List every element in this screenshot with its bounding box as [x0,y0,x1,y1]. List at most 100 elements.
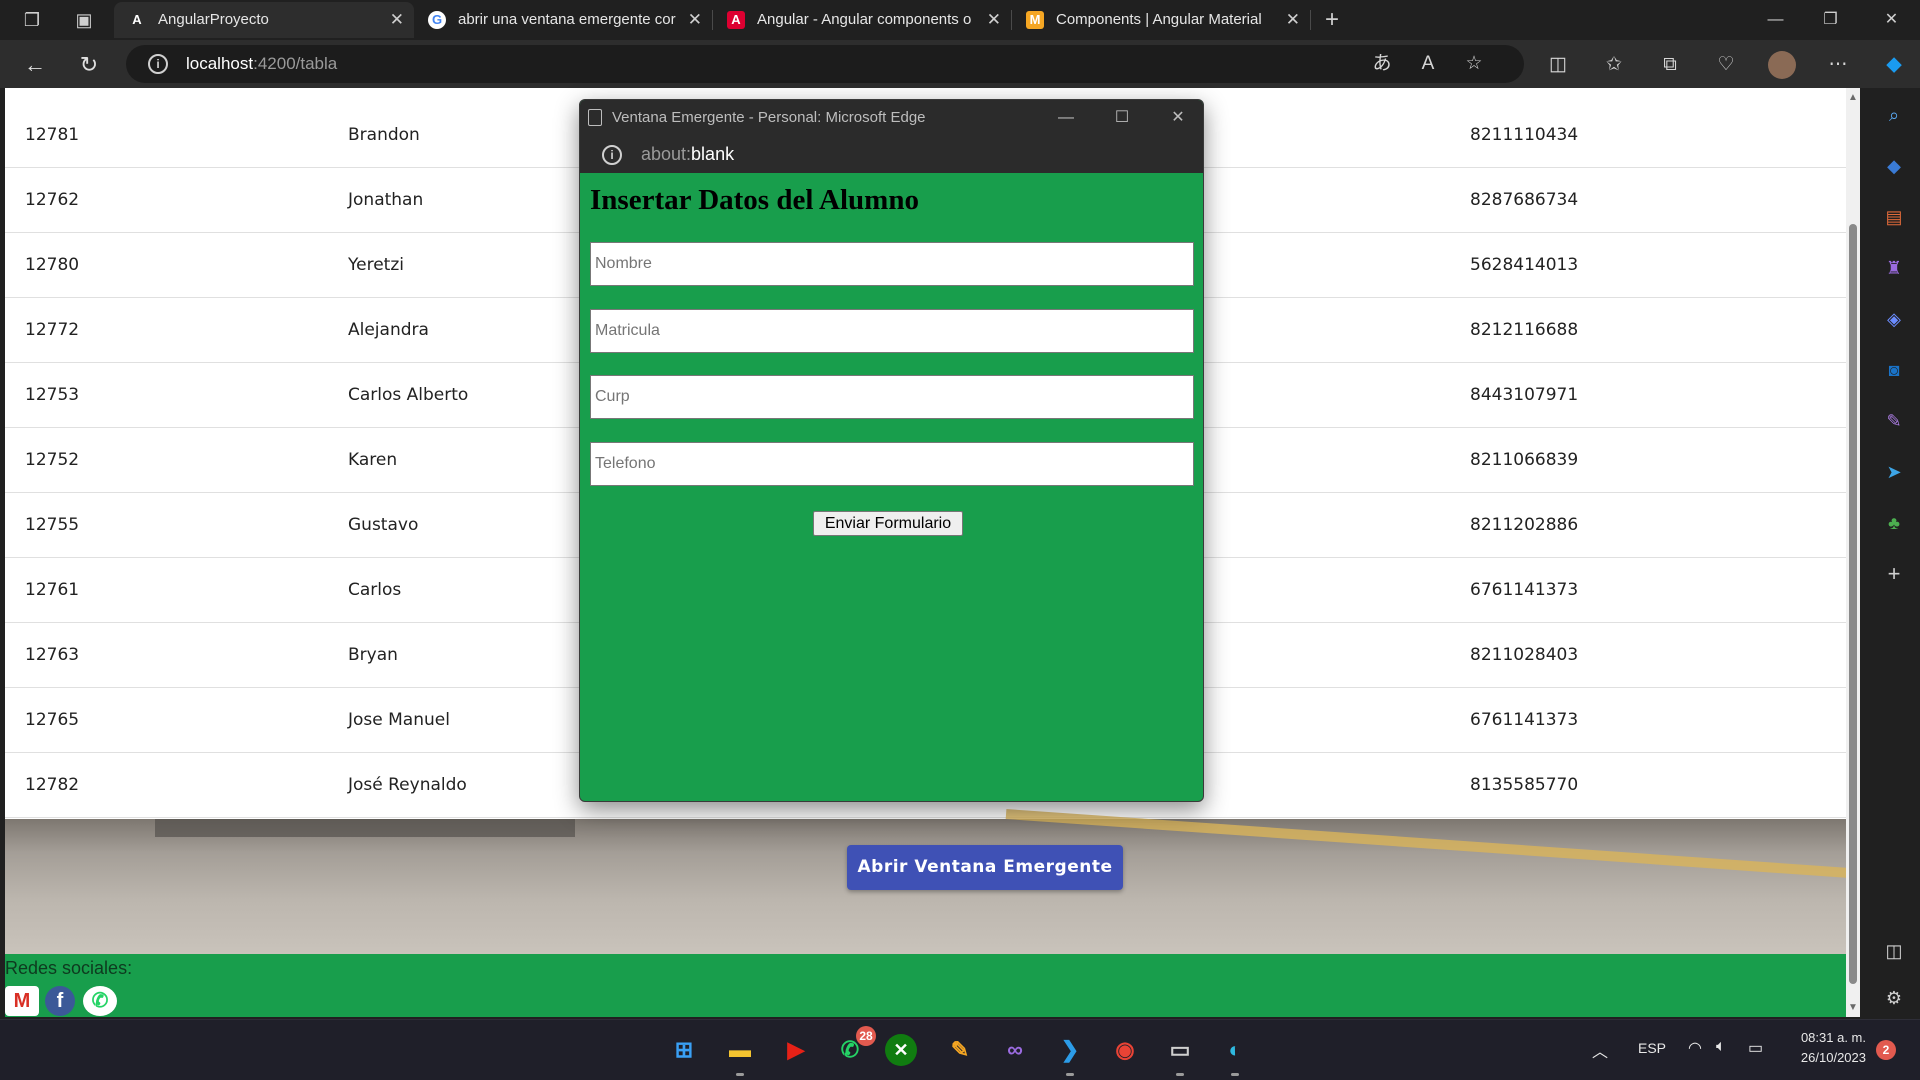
copilot-icon[interactable]: ◆ [1880,51,1908,79]
student-phone-cell: 6761141373 [1470,580,1579,600]
telefono-field[interactable] [590,442,1194,486]
restore-icon[interactable]: ❐ [1803,0,1858,40]
student-name-cell: Jose Manuel [348,710,450,730]
minimize-icon[interactable]: — [1748,0,1803,40]
send-icon[interactable]: ➤ [1881,459,1907,485]
profile-avatar[interactable] [1768,51,1796,79]
student-id-cell: 12755 [25,515,80,535]
facebook-icon[interactable]: f [45,986,75,1016]
sidebar-settings-icon[interactable]: ⚙ [1881,985,1907,1011]
tab-actions-icon[interactable]: ▣ [70,6,98,34]
microsoft-365-icon[interactable]: ◈ [1881,306,1907,332]
scroll-down-icon[interactable]: ▼ [1848,1002,1858,1013]
notification-badge[interactable]: 2 [1876,1040,1896,1060]
clock-time[interactable]: 08:31 a. m. [1788,1030,1866,1045]
scroll-up-icon[interactable]: ▲ [1848,92,1858,103]
close-window-icon[interactable]: ✕ [1864,0,1919,40]
close-tab-icon[interactable]: ✕ [688,2,702,38]
student-phone-cell: 8211066839 [1470,450,1579,470]
submit-form-button[interactable]: Enviar Formulario [813,511,963,536]
popup-close-icon[interactable]: ✕ [1150,100,1203,136]
student-phone-cell: 5628414013 [1470,255,1579,275]
gmail-icon[interactable]: M [5,986,39,1016]
student-phone-cell: 8443107971 [1470,385,1579,405]
terminal-icon[interactable]: ▭ [1160,1030,1200,1076]
whatsapp-icon[interactable]: ✆ [83,986,117,1016]
tab-angular-components[interactable]: A Angular - Angular components o ✕ [713,2,1011,38]
student-id-cell: 12753 [25,385,80,405]
student-name-cell: Jonathan [348,190,424,210]
popup-minimize-icon[interactable]: — [1038,100,1094,136]
popup-titlebar: Ventana Emergente - Personal: Microsoft … [580,100,1203,136]
matricula-field[interactable] [590,309,1194,353]
popup-maximize-icon[interactable]: ☐ [1094,100,1150,136]
favorite-star-icon[interactable]: ☆ [1460,50,1488,78]
whatsapp-badge: 28 [856,1026,876,1046]
tree-icon[interactable]: ♣ [1881,510,1907,536]
show-hidden-icons-chevron-icon[interactable]: ︿ [1592,1038,1608,1062]
back-arrow-icon[interactable]: ← [20,50,50,80]
tab-google-search[interactable]: G abrir una ventana emergente cor ✕ [414,2,712,38]
volume-muted-icon[interactable]: 🔈︎ [1716,1038,1726,1056]
tab-label: Angular - Angular components o [757,11,972,28]
clock-date[interactable]: 26/10/2023 [1788,1050,1866,1065]
collections-icon[interactable]: ⧉ [1656,51,1684,79]
scrollbar-thumb[interactable] [1849,224,1857,984]
split-screen-icon[interactable]: ◫ [1544,51,1572,79]
workspaces-icon[interactable]: ❐ [18,6,46,34]
search-icon[interactable]: ⌕ [1881,102,1907,128]
windows-taskbar: ⊞ ▬ ▶ ✆ 28 ✕ ✎ ∞ ❯ ◉ ▭ ◐ ︿ ESP ◠ 🔈︎ ▭ 08:… [0,1019,1920,1080]
nombre-field[interactable] [590,242,1194,286]
language-indicator[interactable]: ESP [1638,1040,1666,1056]
tools-briefcase-icon[interactable]: ▤ [1881,204,1907,230]
games-icon[interactable]: ♜ [1881,255,1907,281]
open-popup-button[interactable]: Abrir Ventana Emergente [847,845,1123,890]
add-sidebar-app-icon[interactable]: + [1881,561,1907,587]
edge-icon[interactable]: ◐ [1215,1030,1255,1076]
visual-studio-icon[interactable]: ∞ [995,1030,1035,1070]
translate-icon[interactable]: あ [1368,50,1396,78]
refresh-icon[interactable]: ↻ [74,50,104,80]
hide-sidebar-icon[interactable]: ◫ [1881,938,1907,964]
browser-essentials-icon[interactable]: ♡ [1712,51,1740,79]
form-title: Insertar Datos del Alumno [590,184,919,216]
student-phone-cell: 8211110434 [1470,125,1579,145]
popup-url[interactable]: about:blank [641,136,734,173]
google-favicon-icon: G [428,11,446,29]
xbox-icon[interactable]: ✕ [885,1034,917,1066]
tab-angular-material[interactable]: M Components | Angular Material ✕ [1012,2,1310,38]
curp-field[interactable] [590,375,1194,419]
close-tab-icon[interactable]: ✕ [987,2,1001,38]
close-tab-icon[interactable]: ✕ [1286,2,1300,38]
student-name-cell: Yeretzi [348,255,404,275]
close-tab-icon[interactable]: ✕ [390,2,404,38]
angular-red-favicon-icon: A [727,11,745,29]
shopping-tag-icon[interactable]: ◆ [1881,153,1907,179]
browser-toolbar: ← ↻ i localhost:4200/tabla あ A ☆ ◫ ✩ ⧉ ♡… [0,40,1920,88]
address-bar[interactable]: i localhost:4200/tabla あ A ☆ [126,45,1524,83]
chrome-icon[interactable]: ◉ [1105,1030,1145,1070]
read-aloud-icon[interactable]: A [1414,50,1442,78]
site-info-icon[interactable]: i [602,145,622,165]
windows-start-icon[interactable]: ⊞ [664,1030,704,1070]
vscode-icon[interactable]: ❯ [1050,1030,1090,1076]
favorites-icon[interactable]: ✩ [1600,51,1628,79]
wifi-icon[interactable]: ◠ [1688,1038,1702,1058]
youtube-music-icon[interactable]: ▶ [776,1030,816,1070]
new-tab-button[interactable]: + [1318,6,1346,34]
tab-angularproyecto[interactable]: A AngularProyecto ✕ [114,2,414,38]
student-id-cell: 12772 [25,320,80,340]
page-scrollbar[interactable]: ▲ ▼ [1846,88,1860,1017]
popup-address-bar[interactable]: i about:blank [580,136,1203,173]
more-options-icon[interactable]: ⋯ [1824,51,1852,79]
sketch-tool-icon[interactable]: ✎ [940,1030,980,1070]
outlook-icon[interactable]: ◙ [1881,357,1907,383]
url-text[interactable]: localhost:4200/tabla [186,45,337,83]
student-name-cell: Carlos Alberto [348,385,469,405]
battery-icon[interactable]: ▭ [1748,1038,1763,1058]
tab-label: abrir una ventana emergente cor [458,11,676,28]
drop-icon[interactable]: ✎ [1881,408,1907,434]
whatsapp-taskbar-icon[interactable]: ✆ 28 [830,1026,876,1070]
file-explorer-icon[interactable]: ▬ [720,1030,760,1076]
site-info-icon[interactable]: i [148,54,168,74]
